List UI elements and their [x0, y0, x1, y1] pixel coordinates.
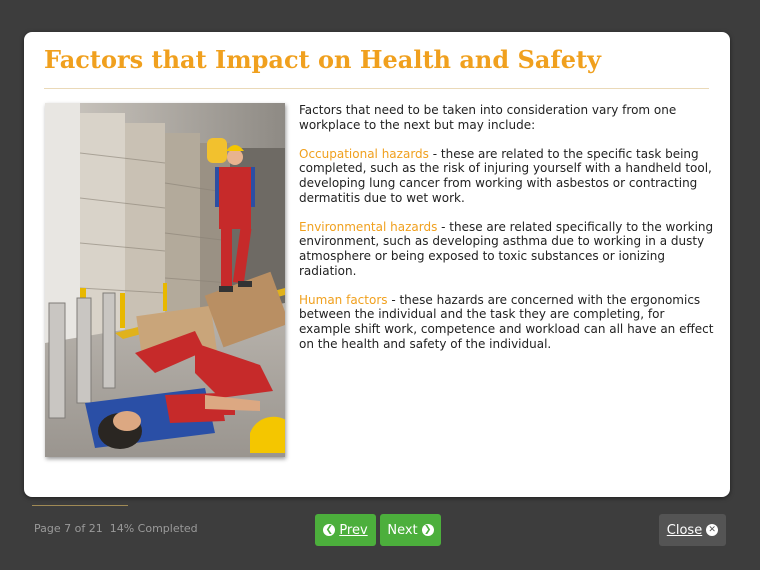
prev-label: Prev: [339, 522, 368, 538]
chevron-left-circle-icon: ❮: [323, 524, 336, 536]
occupational-hazards-paragraph: Occupational hazards - these are related…: [299, 147, 714, 205]
prev-button[interactable]: ❮ Prev: [315, 514, 376, 546]
human-factors-paragraph: Human factors - these hazards are concer…: [299, 293, 714, 351]
progress-bar: [32, 505, 128, 506]
page-title: Factors that Impact on Health and Safety: [44, 45, 601, 74]
environmental-hazards-paragraph: Environmental hazards - these are relate…: [299, 220, 714, 278]
close-button[interactable]: Close ✕: [659, 514, 726, 546]
close-circle-icon: ✕: [706, 524, 719, 536]
human-factors-heading: Human factors: [299, 292, 388, 307]
chevron-right-circle-icon: ❯: [421, 524, 434, 536]
page-status: Page 7 of 21 14% Completed: [34, 522, 198, 535]
title-divider: [44, 88, 709, 89]
environmental-hazards-heading: Environmental hazards: [299, 219, 438, 234]
page-counter: Page 7 of 21: [34, 522, 103, 535]
next-label: Next: [387, 522, 418, 538]
body-text: Factors that need to be taken into consi…: [299, 103, 714, 366]
close-label: Close: [666, 522, 703, 538]
content-card: Factors that Impact on Health and Safety: [24, 32, 730, 497]
occupational-hazards-heading: Occupational hazards: [299, 146, 429, 161]
completion-percent: 14% Completed: [109, 522, 198, 535]
next-button[interactable]: Next ❯: [380, 514, 441, 546]
warehouse-accident-photo: [45, 103, 285, 457]
intro-paragraph: Factors that need to be taken into consi…: [299, 103, 677, 132]
